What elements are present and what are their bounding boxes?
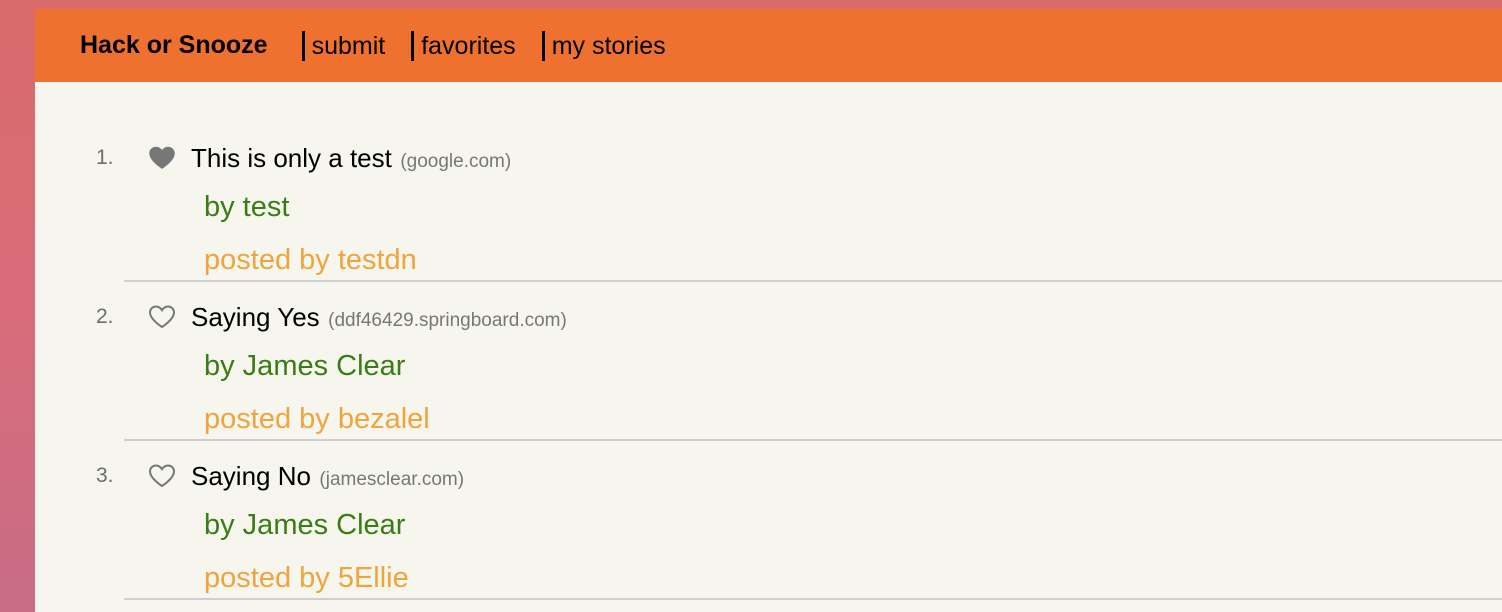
story-title-line: Saying No (jamesclear.com) [191, 461, 464, 492]
nav-my-stories-link[interactable]: my stories [541, 30, 666, 61]
story-title-line: This is only a test (google.com) [191, 143, 511, 174]
nav-brand[interactable]: Hack or Snooze [80, 31, 268, 60]
story-author: by test [204, 191, 290, 223]
story-item: 3. Saying No (jamesclear.com) by James C… [35, 400, 1502, 600]
nav-submit-link[interactable]: submit [301, 30, 385, 61]
story-number: 3. [96, 464, 114, 487]
story-title-line: Saying Yes (ddf46429.springboard.com) [191, 302, 567, 333]
nav-favorites-link[interactable]: favorites [411, 30, 516, 61]
story-author: by James Clear [204, 350, 406, 382]
story-number: 2. [96, 305, 114, 328]
heart-filled-icon[interactable] [148, 146, 176, 170]
page-container: Hack or Snooze submit favorites my stori… [35, 9, 1502, 612]
story-item: 1. This is only a test (google.com) by t… [35, 82, 1502, 282]
story-divider [124, 598, 1502, 600]
heart-outline-icon[interactable] [148, 464, 176, 488]
story-author: by James Clear [204, 509, 406, 541]
story-link[interactable]: Saying No [191, 461, 311, 491]
story-item: 2. Saying Yes (ddf46429.springboard.com)… [35, 241, 1502, 441]
story-link[interactable]: This is only a test [191, 143, 392, 173]
story-hostname: (google.com) [400, 151, 512, 172]
story-user: posted by 5Ellie [204, 562, 409, 594]
story-link[interactable]: Saying Yes [191, 302, 320, 332]
heart-outline-icon[interactable] [148, 305, 176, 329]
story-hostname: (ddf46429.springboard.com) [328, 310, 567, 331]
story-hostname: (jamesclear.com) [319, 469, 465, 490]
navbar: Hack or Snooze submit favorites my stori… [35, 9, 1502, 82]
story-number: 1. [96, 146, 114, 169]
